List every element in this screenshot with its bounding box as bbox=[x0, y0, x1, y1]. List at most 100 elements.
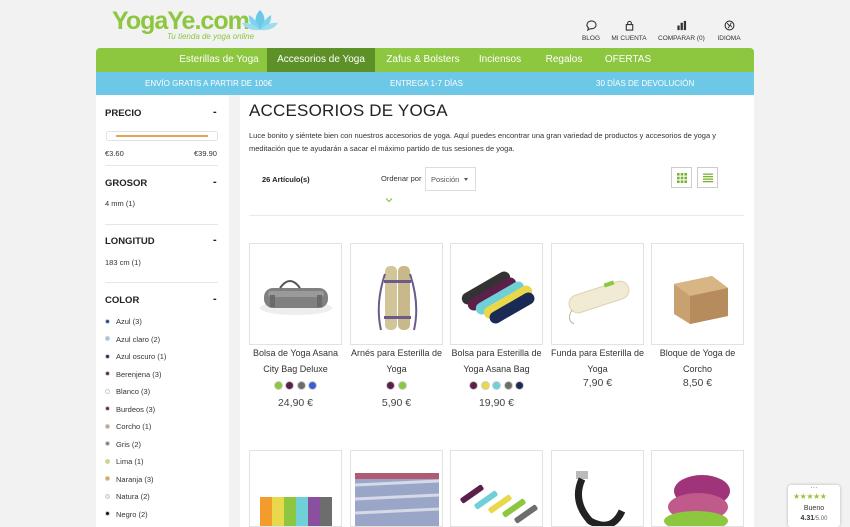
nav-item-inciensos[interactable]: Inciensos bbox=[474, 48, 526, 72]
filter-sidebar: PRECIO - €3.60 €39.90 GROSOR - 4 mm (1) … bbox=[96, 95, 229, 527]
product-price: 7,90 € bbox=[582, 377, 613, 389]
product-image-zafu[interactable] bbox=[651, 450, 744, 527]
grosor-option[interactable]: 4 mm (1) bbox=[105, 199, 135, 208]
info-bar: ENVÍO GRATIS A PARTIR DE 100€ ENTREGA 1-… bbox=[96, 72, 754, 95]
language-link[interactable]: IDIOMA bbox=[716, 20, 742, 42]
site-logo[interactable]: YogaYe.com Tu tienda de yoga online bbox=[112, 7, 278, 44]
account-label: MI CUENTA bbox=[611, 35, 647, 42]
list-icon bbox=[703, 173, 713, 183]
product-name[interactable]: Bolsa de Yoga Asana City Bag Deluxe bbox=[246, 346, 346, 377]
color-option[interactable]: Lima (1) bbox=[116, 457, 144, 466]
color-collapse-toggle[interactable]: - bbox=[213, 293, 217, 305]
bar-chart-icon bbox=[676, 20, 686, 31]
product-name[interactable]: Arnés para Esterilla de Yoga bbox=[347, 346, 447, 377]
chevron-down-icon[interactable] bbox=[385, 197, 393, 203]
site-header: YogaYe.com Tu tienda de yoga online BLOG… bbox=[0, 0, 850, 48]
nav-item-accesorios[interactable]: Accesorios de Yoga bbox=[267, 48, 375, 72]
logo-brand: YogaYe.com bbox=[112, 7, 250, 35]
color-swatch bbox=[105, 423, 110, 429]
color-swatch bbox=[105, 371, 110, 376]
color-dot[interactable] bbox=[308, 381, 318, 390]
color-option[interactable]: Negro (2) bbox=[116, 510, 148, 519]
price-filter-title[interactable]: PRECIO bbox=[105, 108, 141, 119]
color-option[interactable]: Burdeos (3) bbox=[116, 405, 155, 414]
product-price: 5,90 € bbox=[381, 397, 412, 409]
color-option[interactable]: Corcho (1) bbox=[116, 422, 151, 431]
color-swatch bbox=[105, 441, 110, 446]
color-dot[interactable] bbox=[515, 381, 524, 390]
color-option[interactable]: Azul oscuro (1) bbox=[116, 352, 166, 361]
product-image-mat-cover[interactable] bbox=[551, 243, 644, 345]
color-option[interactable]: Berenjena (3) bbox=[116, 370, 161, 379]
yoga-bag-image bbox=[260, 280, 332, 315]
color-dot[interactable] bbox=[469, 381, 478, 390]
color-option[interactable]: Blanco (3) bbox=[116, 387, 150, 396]
color-swatch bbox=[105, 493, 110, 499]
mat-bags-image bbox=[461, 271, 535, 324]
color-dot[interactable] bbox=[492, 381, 501, 390]
yoga-blanket-image bbox=[354, 473, 440, 526]
longitud-collapse-toggle[interactable]: - bbox=[213, 234, 217, 246]
product-image-asana-bag[interactable] bbox=[450, 243, 543, 345]
color-option[interactable]: Natura (2) bbox=[116, 492, 150, 501]
nav-item-ofertas[interactable]: OFERTAS bbox=[603, 48, 653, 72]
account-link[interactable]: MI CUENTA bbox=[610, 20, 648, 42]
compare-link[interactable]: COMPARAR (0) bbox=[658, 20, 705, 42]
color-dot[interactable] bbox=[273, 381, 283, 390]
rating-badge[interactable]: ··· ★★★★★ Bueno 4.31/5.00 bbox=[788, 483, 840, 527]
product-image-straps[interactable] bbox=[450, 450, 543, 527]
color-dot[interactable] bbox=[397, 381, 407, 390]
color-filter-title[interactable]: COLOR bbox=[105, 295, 139, 306]
grid-view-button[interactable] bbox=[671, 167, 692, 188]
longitud-filter-title[interactable]: LONGITUD bbox=[105, 236, 155, 247]
product-name[interactable]: Bolsa para Esterilla de Yoga Asana Bag bbox=[447, 346, 547, 377]
chat-bubble-icon bbox=[585, 20, 597, 31]
product-price: 8,50 € bbox=[682, 377, 713, 389]
color-option[interactable]: Azul (3) bbox=[116, 317, 142, 326]
price-collapse-toggle[interactable]: - bbox=[213, 106, 217, 118]
returns-text: 30 DÍAS DE DEVOLUCIÓN bbox=[596, 79, 695, 88]
nav-item-zafus[interactable]: Zafus & Bolsters bbox=[383, 48, 463, 72]
delivery-text: ENTREGA 1-7 DÍAS bbox=[390, 79, 463, 88]
blog-link[interactable]: BLOG bbox=[580, 20, 602, 42]
cork-block-image bbox=[674, 276, 728, 324]
color-swatch bbox=[105, 406, 110, 411]
blog-label: BLOG bbox=[581, 35, 601, 42]
product-name[interactable]: Funda para Esterilla de Yoga bbox=[548, 346, 648, 377]
free-shipping-text: ENVÍO GRATIS A PARTIR DE 100€ bbox=[145, 79, 273, 88]
product-image-harness[interactable] bbox=[350, 243, 443, 345]
list-view-button[interactable] bbox=[697, 167, 718, 188]
price-range-slider[interactable] bbox=[106, 131, 218, 141]
color-dot[interactable] bbox=[285, 381, 295, 390]
color-options bbox=[469, 381, 524, 390]
product-image-city-bag[interactable] bbox=[249, 243, 342, 345]
color-option[interactable]: Naranja (3) bbox=[116, 475, 154, 484]
product-price: 24,90 € bbox=[277, 397, 314, 409]
nav-item-esterillas[interactable]: Esterillas de Yoga bbox=[178, 48, 260, 72]
product-image-strap-black[interactable] bbox=[551, 450, 644, 527]
divider bbox=[105, 165, 218, 166]
color-dot[interactable] bbox=[296, 381, 306, 390]
category-description: Luce bonito y siéntete bien con nuestros… bbox=[249, 131, 716, 153]
more-icon[interactable]: ··· bbox=[810, 483, 818, 492]
grosor-filter-title[interactable]: GROSOR bbox=[105, 178, 147, 189]
color-option[interactable]: Azul claro (2) bbox=[116, 335, 160, 344]
color-swatch bbox=[105, 476, 110, 481]
color-swatch bbox=[105, 511, 110, 516]
color-option[interactable]: Gris (2) bbox=[116, 440, 141, 449]
color-dot[interactable] bbox=[386, 381, 396, 390]
product-image-cork-block[interactable] bbox=[651, 243, 744, 345]
product-name[interactable]: Bloque de Yoga de Corcho bbox=[648, 346, 748, 377]
sort-select[interactable]: Posición bbox=[425, 167, 476, 191]
nav-item-regalos[interactable]: Regalos bbox=[543, 48, 585, 72]
page-title: ACCESORIOS DE YOGA bbox=[249, 101, 448, 120]
color-dot[interactable] bbox=[480, 381, 490, 390]
longitud-option[interactable]: 183 cm (1) bbox=[105, 258, 141, 267]
main-content: ACCESORIOS DE YOGA Luce bonito y siéntet… bbox=[240, 95, 754, 527]
grosor-collapse-toggle[interactable]: - bbox=[213, 176, 217, 188]
product-image-blocks[interactable] bbox=[249, 450, 342, 527]
color-dot[interactable] bbox=[503, 381, 513, 390]
color-swatch bbox=[105, 336, 110, 341]
product-image-blanket[interactable] bbox=[350, 450, 443, 527]
price-max-value: €39.90 bbox=[194, 149, 217, 158]
